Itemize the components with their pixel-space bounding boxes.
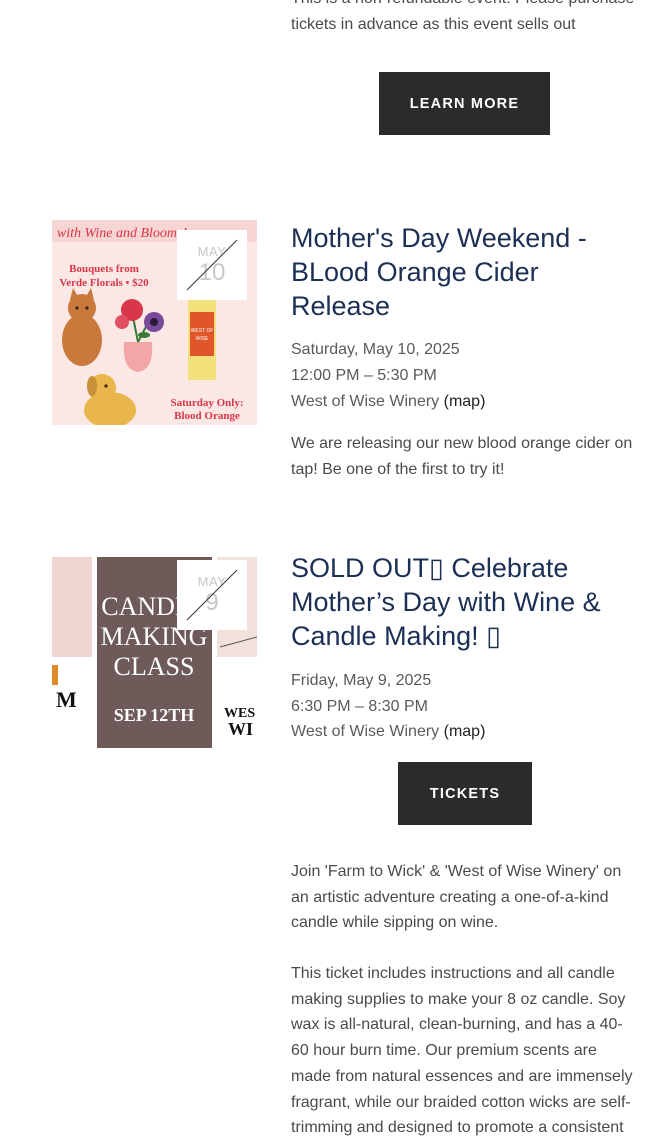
date-badge: MAY 10 — [177, 230, 247, 300]
tickets-button[interactable]: TICKETS — [398, 762, 532, 825]
event-time: 12:00 PM – 5:30 PM — [291, 367, 437, 384]
event-thumbnail[interactable]: M CANDLE MAKING CLASS SEP 12TH WES WI MA… — [52, 557, 257, 748]
flyer-line3: CLASS — [114, 652, 195, 681]
event-title-link[interactable]: Mother's Day Weekend - BLood Orange Cide… — [291, 221, 636, 323]
venue-name: West of Wise Winery — [291, 393, 440, 410]
learn-more-button[interactable]: LEARN MORE — [379, 72, 550, 135]
map-link[interactable]: (map) — [444, 393, 486, 410]
event-location: West of Wise Winery (map) — [291, 389, 485, 415]
flyer-date: SEP 12TH — [114, 705, 195, 725]
svg-text:Saturday Only:: Saturday Only: — [170, 397, 243, 409]
event-location: West of Wise Winery (map) — [291, 719, 485, 745]
date-badge: MAY 9 — [177, 560, 247, 630]
event-description: Join 'Farm to Wick' & 'West of Wise Wine… — [291, 863, 622, 932]
flyer-left-text: M — [56, 687, 77, 712]
svg-text:WEST OF: WEST OF — [191, 328, 214, 334]
svg-text:WISE: WISE — [196, 336, 209, 342]
event-date: Saturday, May 10, 2025 — [291, 341, 460, 358]
map-link[interactable]: (map) — [444, 723, 486, 740]
date-slash-icon — [186, 239, 238, 291]
event-description: This ticket includes instructions and al… — [291, 965, 633, 1137]
event-title-link[interactable]: SOLD OUT▯ Celebrate Mother’s Day with Wi… — [291, 551, 636, 653]
date-slash-icon — [186, 569, 238, 621]
svg-text:Verde Florals • $20: Verde Florals • $20 — [59, 277, 149, 289]
flyer-headline: with Wine and Blooms! — [57, 226, 188, 241]
event-date: Friday, May 9, 2025 — [291, 672, 432, 689]
flyer-right-text2: WI — [228, 719, 253, 739]
event-description: We are releasing our new blood orange ci… — [291, 435, 633, 478]
event-description: This is a non-refundable event. Please p… — [291, 0, 634, 33]
venue-name: West of Wise Winery — [291, 723, 440, 740]
event-time: 6:30 PM – 8:30 PM — [291, 698, 428, 715]
svg-text:Bouquets from: Bouquets from — [69, 263, 139, 275]
event-thumbnail[interactable]: with Wine and Blooms! Bouquets from Verd… — [52, 220, 257, 425]
svg-text:Blood Orange: Blood Orange — [174, 410, 240, 422]
